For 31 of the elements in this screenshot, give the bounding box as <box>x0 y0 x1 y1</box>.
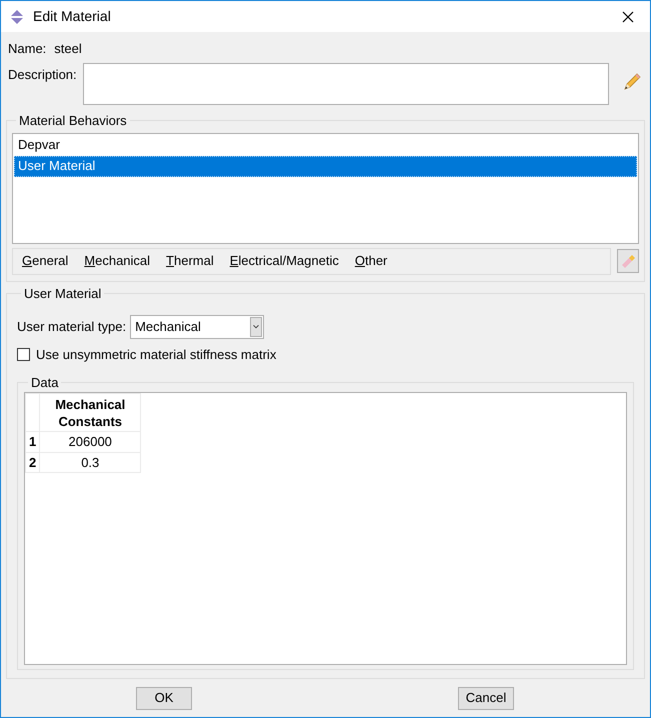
chevron-down-icon <box>250 317 262 337</box>
menu-item[interactable]: Mechanical <box>84 251 150 271</box>
menu-item[interactable]: Electrical/Magnetic <box>230 251 339 271</box>
table-cell[interactable]: 0.3 <box>40 452 141 472</box>
name-value: steel <box>54 40 82 58</box>
dialog-button[interactable]: OK <box>136 686 192 710</box>
table-cell[interactable]: 206000 <box>40 432 141 452</box>
column-header: Mechanical Constants <box>40 394 141 432</box>
unsymmetric-label: Use unsymmetric material stiffness matrix <box>36 346 276 364</box>
menu-item[interactable]: Thermal <box>166 251 214 271</box>
type-label: User material type: <box>17 318 126 336</box>
unsymmetric-checkbox[interactable] <box>17 348 30 362</box>
menu-item[interactable]: General <box>22 251 68 271</box>
window-title: Edit Material <box>33 7 111 26</box>
description-field[interactable] <box>82 63 609 105</box>
description-label: Description: <box>8 66 78 84</box>
eraser-icon <box>620 253 636 269</box>
row-number: 1 <box>26 432 40 452</box>
diamond-arrows-icon <box>9 8 25 24</box>
behavior-item[interactable]: User Material <box>14 156 637 176</box>
eraser-button[interactable] <box>617 249 639 273</box>
behavior-item[interactable]: Depvar <box>14 134 637 156</box>
type-dropdown[interactable]: Mechanical <box>130 315 264 339</box>
close-icon[interactable] <box>622 10 634 22</box>
group-title: Material Behaviors <box>18 112 128 130</box>
dialog-button[interactable]: Cancel <box>458 686 514 710</box>
name-label: Name: <box>8 40 46 58</box>
row-number: 2 <box>26 452 40 472</box>
group-title: User Material <box>23 284 102 302</box>
group-title: Data <box>30 374 60 392</box>
menu-item[interactable]: Other <box>354 251 388 271</box>
